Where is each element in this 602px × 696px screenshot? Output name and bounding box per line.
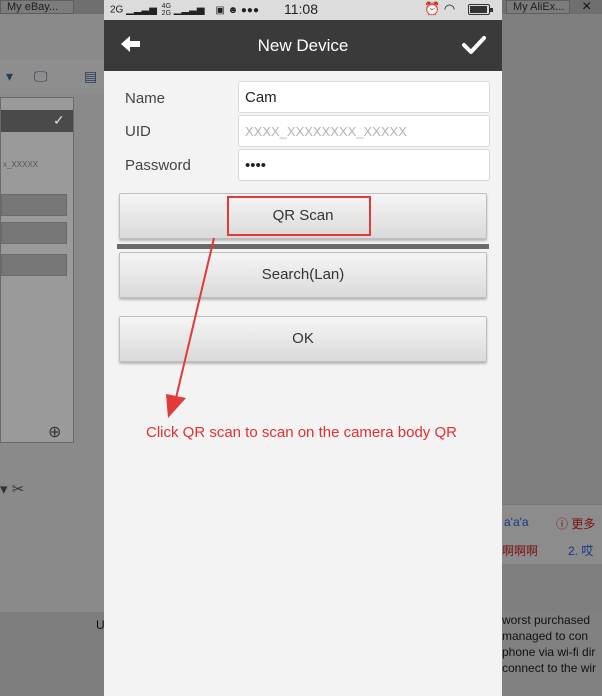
password-field[interactable]: [238, 149, 490, 181]
signal-label: 2G: [110, 4, 124, 16]
notification-icons: ▣ ☻ ●●●: [215, 4, 259, 16]
more-link[interactable]: ⓘ 更多: [556, 515, 595, 532]
chat-input-text: a'a'a: [504, 515, 529, 529]
review-line: worst purchased: [502, 613, 591, 627]
nav-bar: New Device: [104, 20, 502, 71]
background-bottom-panel: U: [0, 612, 105, 696]
more-label: 更多: [571, 517, 596, 531]
divider: [117, 244, 489, 249]
alarm-icon: ⏰: [424, 1, 441, 16]
background-right-panel: [502, 14, 602, 696]
chat-suggestion-1[interactable]: 啊啊啊: [502, 542, 538, 559]
browser-tab-ebay[interactable]: My eBay...: [0, 0, 74, 14]
signal-label: 2G: [161, 10, 172, 17]
wifi-icon: ◠: [443, 1, 456, 16]
uid-label: UID: [125, 123, 151, 140]
chat-suggestion-2[interactable]: 2. 哎: [568, 542, 593, 559]
dropdown-arrow-icon: ▾: [6, 68, 14, 84]
annotation-text: Click QR scan to scan on the camera body…: [146, 424, 457, 441]
signal-label: 4G: [161, 3, 172, 10]
preview-button: [1, 222, 67, 244]
dual-signal: 4G 2G: [162, 3, 171, 17]
monitor-icon: 🖵: [34, 68, 48, 84]
system-icons: ⏰ ◠: [424, 1, 455, 17]
page-title: New Device: [257, 36, 349, 55]
signal-bars-icon: ▁▂▃▅: [173, 4, 205, 16]
review-text-block: worst purchased managed to con phone via…: [498, 612, 602, 696]
battery-icon: [468, 4, 493, 15]
battery-level: [470, 6, 487, 13]
scissors-icon: ▾ ✂: [0, 481, 25, 498]
ok-button[interactable]: OK: [119, 316, 487, 362]
check-icon: ✓: [53, 112, 65, 128]
browser-tab-label: My eBay...: [7, 1, 59, 13]
browser-tab-aliexpress[interactable]: My AliEx...: [506, 0, 570, 14]
preview-uid-text: x_XXXXX: [3, 160, 39, 169]
uid-field[interactable]: [238, 115, 490, 147]
review-line: connect to the wir: [502, 661, 597, 675]
preview-button: [1, 254, 67, 276]
background-phone-preview: ✓ x_XXXXX: [0, 97, 74, 443]
zoom-in-icon: ⊕: [48, 424, 62, 441]
browser-tab-label: My AliEx...: [513, 1, 565, 13]
review-line: managed to con: [502, 629, 589, 643]
arrow-head: [166, 394, 186, 418]
signal-indicators: 2G ▁▂▃▅ 4G 2G ▁▂▃▅ ▣ ☻ ●●●: [110, 3, 259, 17]
phone-screen: 2G ▁▂▃▅ 4G 2G ▁▂▃▅ ▣ ☻ ●●● 11:08 ⏰ ◠ New…: [104, 0, 502, 696]
preview-button: [1, 194, 67, 216]
review-line: phone via wi-fi dir: [502, 645, 596, 659]
search-lan-button[interactable]: Search(Lan): [119, 252, 487, 298]
signal-bars-icon: ▁▂▃▅: [126, 4, 157, 16]
checkmark-icon[interactable]: [460, 33, 488, 59]
clock: 11:08: [284, 1, 318, 17]
password-label: Password: [125, 157, 191, 174]
name-label: Name: [125, 90, 166, 107]
qr-scan-button[interactable]: QR Scan: [119, 193, 487, 239]
document-icon: ▤: [84, 68, 98, 84]
checkmark-glyph: [462, 36, 486, 54]
name-field[interactable]: [238, 81, 490, 113]
info-icon: ⓘ: [556, 517, 569, 531]
status-bar: 2G ▁▂▃▅ 4G 2G ▁▂▃▅ ▣ ☻ ●●● 11:08 ⏰ ◠: [104, 0, 502, 20]
